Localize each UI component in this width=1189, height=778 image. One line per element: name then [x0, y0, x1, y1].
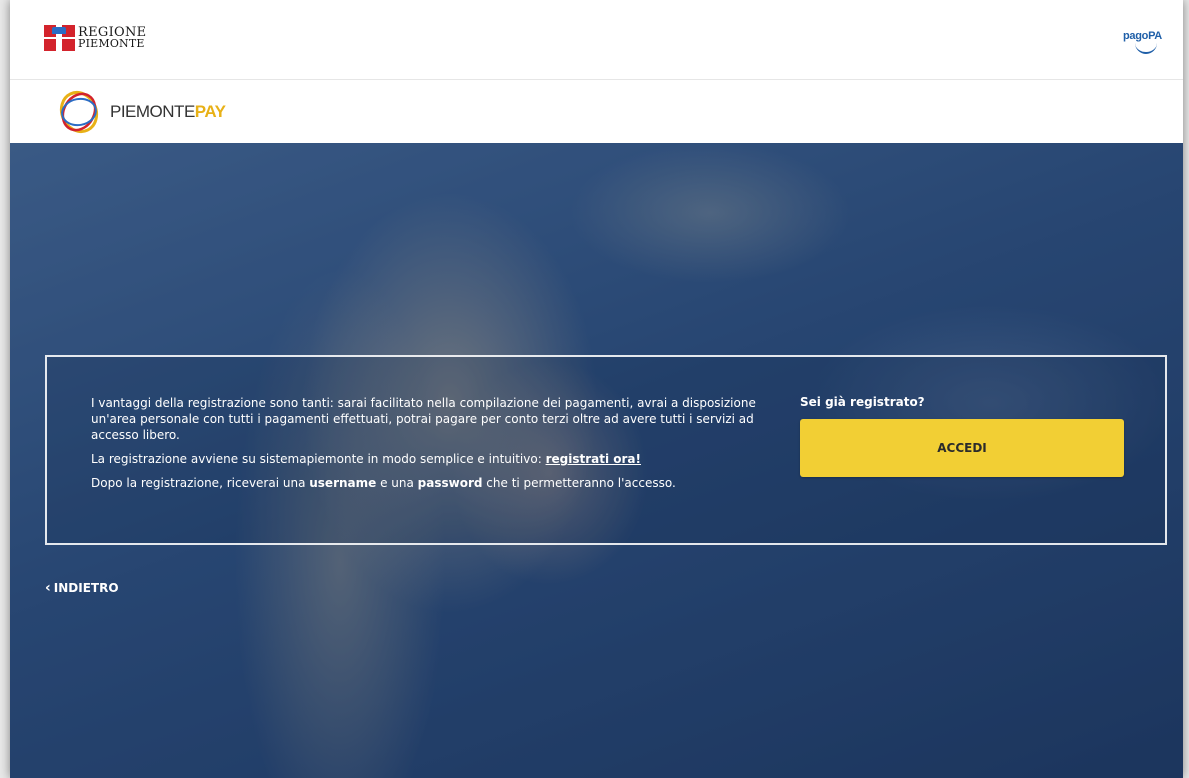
piemontepay-logo-icon[interactable]	[55, 89, 103, 135]
piemontepay-wordmark: PIEMONTEPAY	[110, 102, 226, 122]
chevron-left-icon: ‹	[45, 580, 51, 596]
back-link[interactable]: ‹ INDIETRO	[45, 581, 119, 595]
hero-section: I vantaggi della registrazione sono tant…	[10, 143, 1183, 778]
credentials-text-c: che ti permetteranno l'accesso.	[482, 476, 676, 490]
pagopa-logo[interactable]: pagoPA	[1123, 30, 1162, 56]
brand-bar: PIEMONTEPAY	[10, 80, 1183, 143]
benefits-paragraph: I vantaggi della registrazione sono tant…	[91, 396, 756, 442]
registration-text-prefix: La registrazione avviene su sistemapiemo…	[91, 452, 546, 466]
credentials-text-a: Dopo la registrazione, riceverai una	[91, 476, 310, 490]
pagopa-swoosh-icon	[1135, 42, 1157, 54]
accedi-button[interactable]: ACCEDI	[800, 419, 1124, 477]
back-label: INDIETRO	[53, 581, 119, 595]
regione-line2: PIEMONTE	[78, 37, 145, 50]
credentials-paragraph: Dopo la registrazione, riceverai una use…	[91, 475, 771, 491]
registration-info-box: I vantaggi della registrazione sono tant…	[45, 355, 1167, 545]
registration-paragraph: La registrazione avviene su sistemapiemo…	[91, 451, 771, 467]
piemonte-flag-icon	[44, 25, 75, 51]
credentials-text-b: e una	[376, 476, 418, 490]
password-term: password	[417, 476, 483, 490]
browser-page: REGIONE PIEMONTE pagoPA PIEMONTEPAY I va…	[10, 0, 1183, 778]
brand-name-part1: PIEMONTE	[110, 102, 195, 121]
regione-piemonte-logo[interactable]: REGIONE PIEMONTE	[44, 25, 146, 51]
already-registered-heading: Sei già registrato?	[800, 395, 925, 409]
brand-name-part2: PAY	[194, 102, 226, 121]
pagopa-label: pagoPA	[1123, 30, 1162, 42]
username-term: username	[309, 476, 377, 490]
regione-wordmark: REGIONE PIEMONTE	[78, 26, 146, 50]
institutional-header: REGIONE PIEMONTE pagoPA	[10, 0, 1183, 80]
registration-text: I vantaggi della registrazione sono tant…	[91, 395, 771, 499]
register-now-link[interactable]: registrati ora!	[546, 452, 641, 466]
